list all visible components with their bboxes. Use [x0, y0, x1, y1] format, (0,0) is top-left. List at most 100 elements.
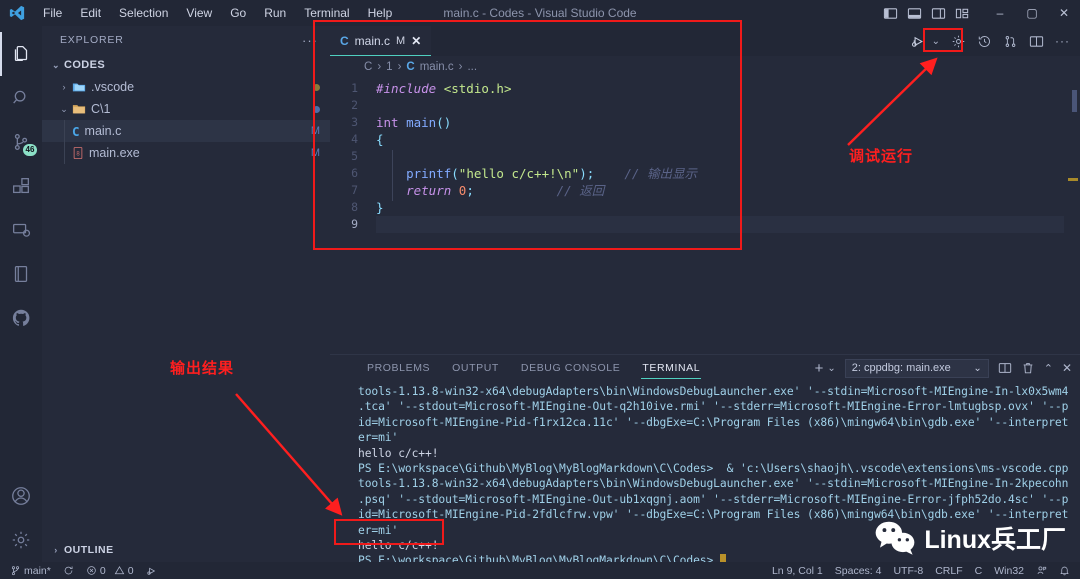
menu-bar[interactable]: File Edit Selection View Go Run Terminal…: [34, 3, 401, 23]
status-sync[interactable]: [57, 562, 80, 579]
line-number: 7: [351, 183, 358, 197]
status-notifications[interactable]: [1053, 562, 1076, 579]
activity-item-search[interactable]: [0, 76, 42, 120]
breadcrumb-item-1[interactable]: 1: [386, 61, 392, 73]
tab-problems[interactable]: PROBLEMS: [356, 355, 441, 381]
activity-item-accounts[interactable]: [0, 474, 42, 518]
panel-actions: + ⌄ 2: cppdbg: main.exe ⌄ ⌃ ✕: [815, 358, 1072, 378]
git-status-dot: [313, 83, 320, 91]
activity-item-source-control[interactable]: 46: [0, 120, 42, 164]
terminal-line: .tca' '--stdout=Microsoft-MIEngine-Out-q…: [358, 400, 1069, 414]
code-text: int main(): [376, 115, 452, 130]
gear-icon[interactable]: [951, 34, 966, 49]
tree-item-vscode[interactable]: › .vscode: [42, 76, 330, 98]
split-icon[interactable]: [998, 361, 1012, 375]
code-line: 4{: [330, 131, 1080, 148]
code-text: printf("hello c/c++!\n"); // 输出显示: [406, 166, 697, 181]
toggle-panel-icon[interactable]: [907, 6, 922, 21]
line-number: 2: [351, 98, 358, 112]
trash-icon[interactable]: [1021, 361, 1035, 375]
tree-item-main-exe[interactable]: 8 main.exe M: [42, 142, 330, 164]
maximize-button[interactable]: ▢: [1016, 0, 1048, 26]
outline-section[interactable]: › OUTLINE: [42, 538, 330, 562]
activity-item-library[interactable]: [0, 252, 42, 296]
status-indentation[interactable]: Spaces: 4: [829, 562, 888, 579]
sidebar-more-icon[interactable]: ···: [302, 33, 318, 48]
tab-close-icon[interactable]: ✕: [411, 34, 421, 48]
menu-item-edit[interactable]: Edit: [71, 3, 110, 23]
breadcrumb-sep: ›: [397, 61, 402, 73]
code-line: 1 #include <stdio.h>: [330, 80, 1080, 97]
editor-group: C main.c M ✕ ⌄ ··· C › 1 › C main.c › ..…: [330, 26, 1080, 354]
menu-item-help[interactable]: Help: [359, 3, 402, 23]
close-button[interactable]: ✕: [1048, 0, 1080, 26]
terminal-selected-label: 2: cppdbg: main.exe: [851, 362, 951, 374]
toggle-secondary-sidebar-icon[interactable]: [931, 6, 946, 21]
split-editor-icon[interactable]: [1029, 34, 1044, 49]
activity-item-extensions[interactable]: [0, 164, 42, 208]
tree-item-main-c[interactable]: C main.c M: [42, 120, 330, 142]
vscode-logo-icon: [0, 0, 34, 26]
status-cursor-position[interactable]: Ln 9, Col 1: [766, 562, 829, 579]
bottom-panel: PROBLEMS OUTPUT DEBUG CONSOLE TERMINAL +…: [330, 354, 1080, 562]
activity-item-remote-explorer[interactable]: [0, 208, 42, 252]
tab-main-c[interactable]: C main.c M ✕: [330, 26, 432, 56]
breadcrumb[interactable]: C › 1 › C main.c › ...: [330, 56, 1080, 78]
line-number: 1: [351, 81, 358, 95]
menu-item-view[interactable]: View: [177, 3, 221, 23]
c-file-icon: C: [406, 61, 415, 73]
status-platform[interactable]: Win32: [988, 562, 1030, 579]
toggle-primary-sidebar-icon[interactable]: [883, 6, 898, 21]
tree-item-c1[interactable]: ⌄ C\1: [42, 98, 330, 120]
editor-and-panel: C main.c M ✕ ⌄ ··· C › 1 › C main.c › ..…: [330, 26, 1080, 562]
run-debug-icon[interactable]: [910, 33, 927, 50]
binary-file-icon: 8: [72, 146, 84, 160]
activity-item-settings[interactable]: [0, 518, 42, 562]
breadcrumb-item-3[interactable]: ...: [467, 61, 477, 73]
tab-terminal[interactable]: TERMINAL: [631, 355, 711, 381]
menu-item-run[interactable]: Run: [255, 3, 295, 23]
ellipsis-icon[interactable]: ···: [1055, 34, 1070, 48]
chevron-up-icon[interactable]: ⌃: [1044, 362, 1053, 375]
folder-vscode-icon: [72, 80, 86, 94]
code-line: 9: [330, 216, 1080, 233]
code-line: 6 printf("hello c/c++!\n"); // 输出显示: [330, 165, 1080, 182]
git-compare-icon[interactable]: [1003, 34, 1018, 49]
status-feedback[interactable]: [1030, 562, 1053, 579]
tab-output[interactable]: OUTPUT: [441, 355, 510, 381]
history-icon[interactable]: [977, 34, 992, 49]
extensions-icon: [10, 175, 32, 197]
breadcrumb-item-2[interactable]: main.c: [420, 61, 454, 73]
activity-item-github[interactable]: [0, 296, 42, 340]
files-icon: [10, 43, 32, 65]
status-eol[interactable]: CRLF: [929, 562, 968, 579]
status-encoding[interactable]: UTF-8: [887, 562, 929, 579]
status-language-mode[interactable]: C: [969, 562, 989, 579]
sync-icon: [63, 565, 74, 576]
status-problems[interactable]: 0 0: [80, 562, 140, 579]
sidebar-title: EXPLORER: [60, 34, 124, 46]
chevron-down-icon[interactable]: ⌄: [932, 36, 940, 47]
activity-item-explorer[interactable]: [0, 32, 42, 76]
menu-item-go[interactable]: Go: [221, 3, 255, 23]
tab-debug-console[interactable]: DEBUG CONSOLE: [510, 355, 631, 381]
chevron-right-icon: ›: [62, 82, 66, 92]
plus-icon[interactable]: +: [815, 360, 824, 377]
menu-item-terminal[interactable]: Terminal: [295, 3, 358, 23]
feedback-icon: [1036, 565, 1047, 576]
customize-layout-icon[interactable]: [955, 6, 970, 21]
overview-ruler[interactable]: [1066, 78, 1080, 354]
breadcrumb-item-0[interactable]: C: [364, 61, 372, 73]
terminal-selector[interactable]: 2: cppdbg: main.exe ⌄: [844, 358, 989, 378]
close-icon[interactable]: ✕: [1062, 361, 1072, 375]
chevron-down-icon[interactable]: ⌄: [827, 363, 835, 374]
menu-item-file[interactable]: File: [34, 3, 71, 23]
code-editor[interactable]: 1 #include <stdio.h> 2 3 int main() 4{5 6 prin…: [330, 78, 1080, 354]
menu-item-selection[interactable]: Selection: [110, 3, 177, 23]
minimize-button[interactable]: –: [984, 0, 1016, 26]
terminal-output[interactable]: tools-1.13.8-win32-x64\debugAdapters\bin…: [330, 381, 1080, 562]
code-text: }: [376, 200, 384, 215]
explorer-root-section[interactable]: ⌄ CODES: [42, 54, 330, 76]
status-run-debug[interactable]: [140, 562, 164, 579]
status-branch[interactable]: main*: [4, 562, 57, 579]
